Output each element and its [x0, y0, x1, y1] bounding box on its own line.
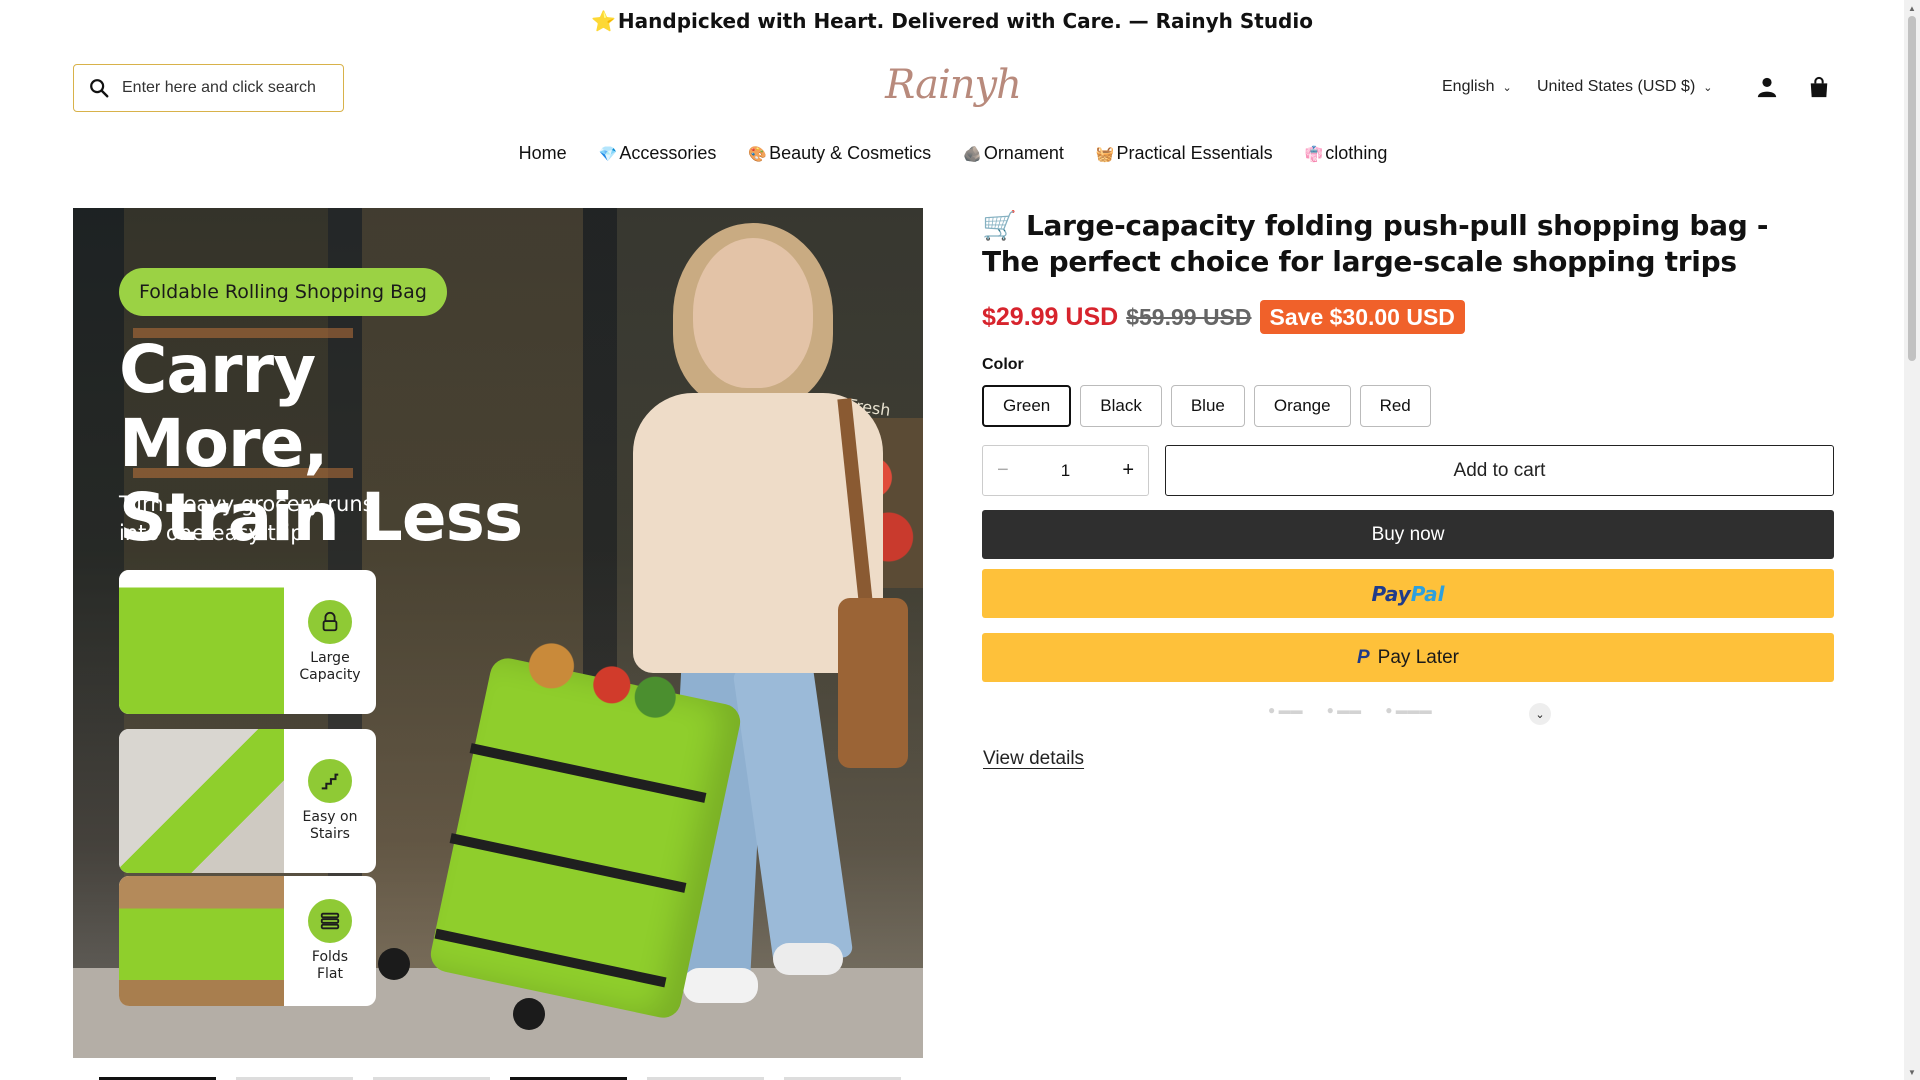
- currency-selector[interactable]: United States (USD $) ⌄: [1537, 78, 1713, 96]
- add-to-cart-button[interactable]: Add to cart: [1165, 445, 1834, 496]
- subline-line: Turn heavy grocery runs: [119, 492, 374, 516]
- paypal-logo-part: Pay: [1371, 581, 1411, 606]
- store-logo[interactable]: Rainyh: [885, 58, 1022, 112]
- color-option-blue[interactable]: Blue: [1170, 385, 1245, 427]
- main-nav: Home 💎 Accessories 🎨 Beauty & Cosmetics 🪨 O…: [0, 143, 1904, 164]
- feature-card-stairs: Easy on Stairs: [119, 729, 376, 873]
- product-tag: Foldable Rolling Shopping Bag: [119, 268, 447, 316]
- announcement-bar: ⭐ Handpicked with Heart. Delivered with …: [0, 0, 1904, 42]
- scroll-thumb[interactable]: [1908, 16, 1916, 361]
- paypal-logo-part: Pal: [1410, 581, 1445, 606]
- subline-line: into one easy trip.: [119, 521, 311, 545]
- paypal-button[interactable]: Pay Pal: [982, 569, 1834, 618]
- feature-label: Folds Flat: [311, 949, 349, 982]
- rock-icon: 🪨: [963, 145, 982, 163]
- color-option-green[interactable]: Green: [982, 385, 1072, 427]
- currency-label: United States (USD $): [1537, 78, 1696, 95]
- search-input[interactable]: [122, 79, 322, 97]
- feature-card-folds: Folds Flat: [119, 876, 376, 1006]
- payment-icon: ● ▬▬▬: [1385, 703, 1432, 717]
- color-option-black[interactable]: Black: [1080, 385, 1162, 427]
- nav-item-accessories[interactable]: 💎 Accessories: [599, 143, 717, 164]
- color-option-red[interactable]: Red: [1359, 385, 1431, 427]
- language-label: English: [1442, 78, 1495, 95]
- paypal-icon: P: [1356, 646, 1370, 668]
- chevron-down-icon: ⌄: [1703, 81, 1713, 94]
- payment-icon: ● ▬▬: [1326, 703, 1362, 717]
- language-selector[interactable]: English ⌄: [1442, 78, 1512, 96]
- nav-item-ornament[interactable]: 🪨 Ornament: [963, 143, 1064, 164]
- page-scrollbar[interactable]: ▲ ▼: [1904, 0, 1920, 1080]
- view-details-link[interactable]: View details: [983, 748, 1084, 770]
- cart-icon[interactable]: [1808, 76, 1830, 98]
- headline-line: Carry More,: [119, 331, 328, 482]
- star-icon: ⭐: [591, 9, 616, 33]
- color-label: Color: [982, 356, 1024, 373]
- nav-item-clothing[interactable]: 👘 clothing: [1305, 143, 1388, 164]
- feature-photo: [119, 876, 284, 1006]
- feature-photo: [119, 729, 284, 873]
- gem-icon: 💎: [598, 145, 618, 163]
- lock-icon: [308, 600, 352, 644]
- palette-icon: 🎨: [748, 145, 768, 163]
- kimono-icon: 👘: [1304, 145, 1324, 163]
- feature-photo: [119, 570, 284, 714]
- scroll-down-icon[interactable]: ▼: [1904, 1064, 1920, 1080]
- chevron-down-icon: ⌄: [1502, 81, 1512, 94]
- basket-icon: 🧺: [1095, 145, 1115, 163]
- product-image[interactable]: Fresh Foldable Rolling Shopping Bag Carr…: [73, 208, 923, 1058]
- scroll-up-icon[interactable]: ▲: [1904, 0, 1920, 16]
- feature-card-capacity: Large Capacity: [119, 570, 376, 714]
- product-title: 🛒 Large-capacity folding push-pull shopp…: [982, 209, 1769, 278]
- minus-icon[interactable]: −: [997, 459, 1009, 482]
- nav-label: Beauty & Cosmetics: [769, 143, 932, 163]
- quantity-value[interactable]: 1: [1061, 461, 1070, 481]
- image-subline: Turn heavy grocery runs into one easy tr…: [119, 490, 419, 548]
- search-box[interactable]: [73, 64, 344, 112]
- payment-icons-row: ● ▬▬ ● ▬▬ ● ▬▬▬: [1268, 703, 1432, 717]
- feature-label: Easy on Stairs: [302, 809, 358, 842]
- chevron-down-icon[interactable]: ⌄: [1529, 703, 1551, 725]
- nav-label: Practical Essentials: [1116, 143, 1273, 163]
- save-badge: Save $30.00 USD: [1259, 300, 1465, 334]
- payment-icon: ● ▬▬: [1268, 703, 1303, 717]
- layers-icon: [308, 899, 352, 943]
- search-icon[interactable]: [88, 77, 110, 99]
- nav-label: Accessories: [619, 143, 717, 163]
- quantity-stepper: − 1 +: [982, 445, 1149, 496]
- pay-later-button[interactable]: P Pay Later: [982, 633, 1834, 682]
- nav-label: Ornament: [983, 143, 1064, 163]
- color-option-orange[interactable]: Orange: [1253, 385, 1351, 427]
- announcement-text: Handpicked with Heart. Delivered with Ca…: [617, 9, 1313, 33]
- plus-icon[interactable]: +: [1122, 459, 1134, 482]
- nav-item-practical[interactable]: 🧺 Practical Essentials: [1096, 143, 1273, 164]
- price-row: $29.99 USD $59.99 USD Save $30.00 USD: [982, 300, 1465, 334]
- feature-label: Large Capacity: [299, 650, 361, 683]
- nav-item-home[interactable]: Home: [517, 143, 567, 164]
- compare-price: $59.99 USD: [1126, 303, 1252, 330]
- nav-label: clothing: [1325, 143, 1388, 163]
- color-options: Green Black Blue Orange Red: [982, 385, 1431, 427]
- buy-now-button[interactable]: Buy now: [982, 510, 1834, 559]
- stairs-icon: [308, 759, 352, 803]
- sale-price: $29.99 USD: [982, 302, 1119, 331]
- pay-later-label: Pay Later: [1377, 646, 1459, 668]
- nav-label: Home: [518, 143, 567, 163]
- nav-item-beauty[interactable]: 🎨 Beauty & Cosmetics: [748, 143, 931, 164]
- account-icon[interactable]: [1756, 76, 1778, 98]
